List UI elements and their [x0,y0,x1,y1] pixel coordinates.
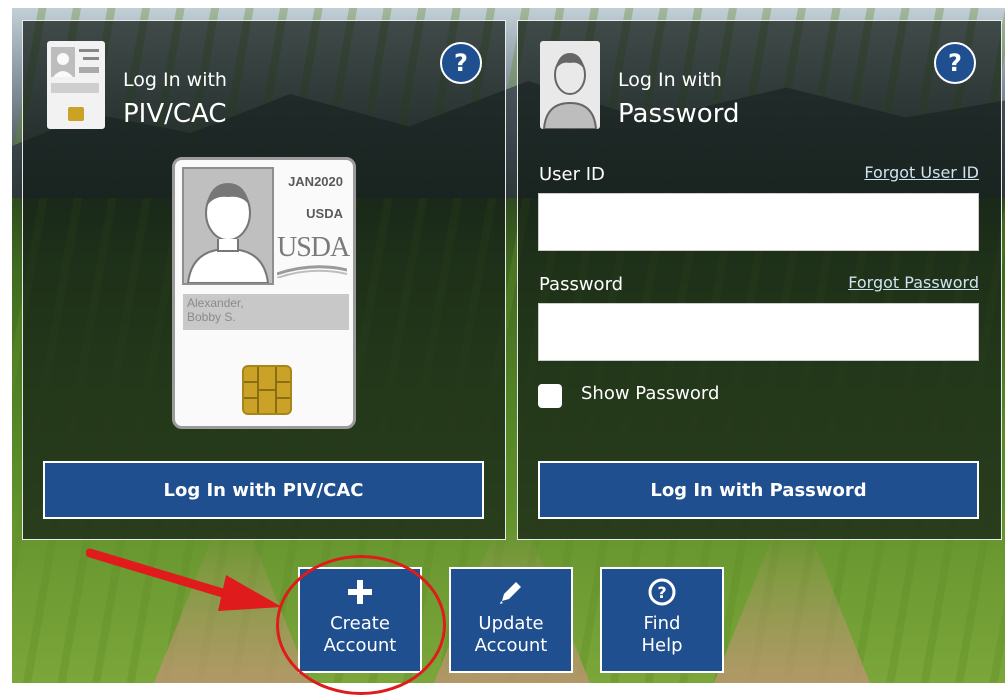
piv-help-button[interactable]: ? [440,42,482,84]
piv-card-illustration: JAN2020 USDA USDA Alexander, Bobby S. [172,157,356,429]
find-help-line2: Help [641,635,683,656]
find-help-button[interactable]: ? Find Help [600,567,724,673]
forgot-password-link[interactable]: Forgot Password [848,273,979,292]
id-card-thumbnail-icon [47,41,105,129]
dirt-row [152,528,312,683]
create-account-button[interactable]: Create Account [298,567,422,673]
create-account-line2: Account [323,635,397,656]
pencil-icon [500,582,521,604]
card-date: JAN2020 [288,174,343,189]
card-agency: USDA [306,206,343,221]
usda-logo: USDA [277,232,350,278]
find-help-line1: Find [643,613,681,634]
piv-title: PIV/CAC [123,99,227,129]
password-label: Password [539,274,624,295]
piv-login-panel: Log In with PIV/CAC ? JAN2020 USDA USDA … [22,20,506,540]
svg-text:?: ? [657,583,666,602]
show-password-checkbox[interactable] [538,384,562,408]
password-title-small: Log In with [618,69,722,91]
login-piv-button[interactable]: Log In with PIV/CAC [43,461,484,519]
user-id-label: User ID [539,164,605,185]
card-name-box: Alexander, Bobby S. [183,294,349,330]
usda-logo-text: USDA [277,232,350,263]
card-name-line2: Bobby S. [187,310,236,324]
update-account-line1: Update [478,613,544,634]
create-account-line1: Create [330,613,390,634]
password-title: Password [618,99,740,129]
login-password-button[interactable]: Log In with Password [538,461,979,519]
question-circle-icon: ? [648,578,676,606]
dirt-row [712,528,872,683]
password-login-panel: Log In with Password ? User ID Forgot Us… [517,20,1002,540]
forgot-user-id-link[interactable]: Forgot User ID [864,163,979,182]
piv-title-small: Log In with [123,69,227,91]
update-account-button[interactable]: Update Account [449,567,573,673]
plus-icon [348,580,372,604]
update-account-line2: Account [474,635,548,656]
card-photo [182,167,274,285]
password-input[interactable] [538,303,979,361]
smart-chip-icon [242,365,292,415]
show-password-label[interactable]: Show Password [581,383,719,404]
user-id-input[interactable] [538,193,979,251]
card-name-line1: Alexander, [187,296,244,310]
user-avatar-icon [540,41,600,130]
password-help-button[interactable]: ? [934,42,976,84]
